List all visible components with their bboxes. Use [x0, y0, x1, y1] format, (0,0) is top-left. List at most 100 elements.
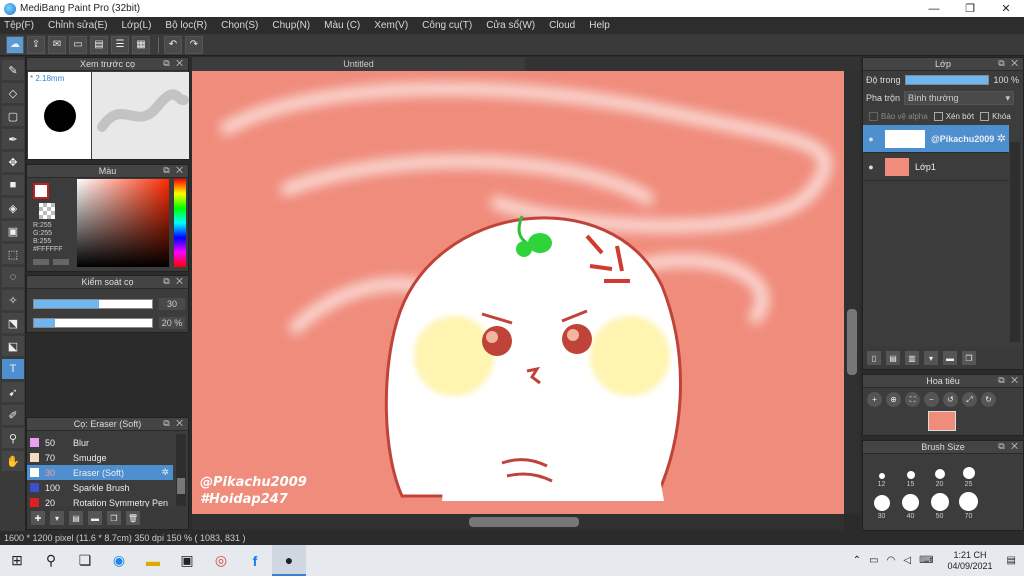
list-button[interactable]: ☰: [111, 35, 129, 54]
select-pen-tool-icon[interactable]: ⬔: [2, 313, 24, 333]
comment-button[interactable]: ✉: [48, 35, 66, 54]
duplicate-icon[interactable]: ❐: [107, 511, 121, 525]
pen-tool-icon[interactable]: ✒: [2, 129, 24, 149]
panel-buttons[interactable]: ⧉ ✕: [163, 418, 185, 429]
fit-icon[interactable]: ⛶: [905, 392, 920, 407]
lasso-tool-icon[interactable]: ◌: [2, 267, 24, 287]
brush-list-item-selected[interactable]: 30 Eraser (Soft) ✲: [27, 465, 173, 480]
menu-help[interactable]: Help: [589, 20, 610, 31]
menu-view[interactable]: Xem(V): [374, 20, 408, 31]
search-icon[interactable]: ⚲: [34, 545, 68, 576]
text-tool-icon[interactable]: T: [2, 359, 24, 379]
background-color-swatch[interactable]: [39, 203, 55, 219]
brush-size-preset[interactable]: 25: [954, 458, 983, 488]
scrollbar-thumb[interactable]: [177, 478, 185, 494]
canvas-horizontal-scrollbar[interactable]: [192, 514, 844, 530]
foreground-color-swatch[interactable]: [33, 183, 49, 199]
scrollbar-thumb[interactable]: [847, 309, 857, 375]
brush-tool-icon[interactable]: ✎: [2, 60, 24, 80]
drawing-canvas[interactable]: @Pikachu2009 #Hoidap247: [192, 71, 844, 514]
panel-buttons[interactable]: ⧉ ✕: [998, 58, 1020, 69]
canvas-vertical-scrollbar[interactable]: [844, 71, 860, 514]
duplicate-layer-icon[interactable]: ❐: [962, 351, 976, 365]
bucket-tool-icon[interactable]: ◈: [2, 198, 24, 218]
gradient-tool-icon[interactable]: ▣: [2, 221, 24, 241]
file-explorer-icon[interactable]: ▬: [136, 545, 170, 576]
undo-button[interactable]: ↶: [164, 35, 182, 54]
brush-size-preset[interactable]: 12: [867, 458, 896, 488]
new-layer-1bit-icon[interactable]: ▥: [905, 351, 919, 365]
chevron-up-icon[interactable]: ⌃: [853, 555, 861, 566]
edge-browser-icon[interactable]: ◉: [102, 545, 136, 576]
new-layer-8bit-icon[interactable]: ▤: [886, 351, 900, 365]
brush-size-preset[interactable]: 20: [925, 458, 954, 488]
zoom-in-alt-icon[interactable]: ⊕: [886, 392, 901, 407]
grid-button[interactable]: ▦: [132, 35, 150, 54]
navigator-thumbnail[interactable]: [928, 411, 956, 431]
eraser-tool-icon[interactable]: ◇: [2, 83, 24, 103]
rotate-left-icon[interactable]: ↺: [943, 392, 958, 407]
select-rect-tool-icon[interactable]: ⬚: [2, 244, 24, 264]
brush-settings-gear-icon[interactable]: ✲: [161, 467, 169, 478]
layer-settings-gear-icon[interactable]: ✲: [997, 132, 1006, 145]
brush-size-preset[interactable]: 40: [896, 490, 925, 520]
blend-mode-select[interactable]: Bình thường ▾: [904, 91, 1015, 105]
add-brush-icon[interactable]: ✚: [31, 511, 45, 525]
hue-slider[interactable]: [174, 179, 186, 267]
brush-size-slider[interactable]: [33, 299, 153, 309]
color-mode-button-2[interactable]: [53, 259, 69, 265]
menu-edit[interactable]: Chỉnh sửa(E): [48, 20, 108, 31]
magic-wand-tool-icon[interactable]: ✧: [2, 290, 24, 310]
panel-buttons[interactable]: ⧉ ✕: [163, 58, 185, 69]
visibility-eye-icon[interactable]: ●: [863, 134, 879, 144]
brush-opacity-value[interactable]: 20 %: [159, 317, 185, 329]
medibang-taskbar-icon[interactable]: ●: [272, 545, 306, 576]
cloud-button[interactable]: ☁: [6, 35, 24, 54]
dropper-pen-tool-icon[interactable]: ✐: [2, 405, 24, 425]
menu-color[interactable]: Màu (C): [324, 20, 360, 31]
scrollbar-thumb[interactable]: [469, 517, 579, 527]
clipping-checkbox[interactable]: [933, 111, 943, 121]
windows-start-icon[interactable]: ⊞: [0, 545, 34, 576]
close-button[interactable]: ✕: [988, 0, 1024, 17]
menu-cloud[interactable]: Cloud: [549, 20, 575, 31]
brush-size-preset[interactable]: 15: [896, 458, 925, 488]
menu-window[interactable]: Cửa sổ(W): [486, 20, 535, 31]
brush-size-value[interactable]: 30: [159, 298, 185, 310]
panel-buttons[interactable]: ⧉ ✕: [163, 276, 185, 287]
visibility-eye-icon[interactable]: ●: [863, 162, 879, 172]
notifications-icon[interactable]: ▤: [1007, 555, 1016, 566]
new-layer-icon[interactable]: ▯: [867, 351, 881, 365]
clock[interactable]: 1:21 CH 04/09/2021: [948, 550, 993, 572]
menu-snap[interactable]: Chụp(N): [272, 20, 310, 31]
menu-select[interactable]: Chọn(S): [221, 20, 258, 31]
operation-tool-icon[interactable]: ➹: [2, 382, 24, 402]
brush-size-preset[interactable]: 50: [925, 490, 954, 520]
brush-size-preset[interactable]: 70: [954, 490, 983, 520]
minimize-button[interactable]: —: [916, 0, 952, 17]
brush-list-item[interactable]: 100 Sparkle Brush: [27, 480, 173, 495]
lock-checkbox[interactable]: [980, 111, 990, 121]
brush-list-item[interactable]: 70 Smudge: [27, 450, 173, 465]
move-tool-icon[interactable]: ✥: [2, 152, 24, 172]
zoom-in-icon[interactable]: +: [867, 392, 882, 407]
facebook-icon[interactable]: f: [238, 545, 272, 576]
network-icon[interactable]: ◠: [887, 555, 896, 566]
rotate-right-icon[interactable]: ↻: [981, 392, 996, 407]
layer-item[interactable]: ● Lớp1: [863, 153, 1009, 181]
panel-buttons[interactable]: ⧉ ✕: [998, 375, 1020, 386]
add-brush-menu-icon[interactable]: ▾: [50, 511, 64, 525]
layer-item-selected[interactable]: ● @Pikachu2009 ✲: [863, 125, 1009, 153]
hand-tool-icon[interactable]: ✋: [2, 451, 24, 471]
page-button[interactable]: ▤: [90, 35, 108, 54]
brush-size-preset[interactable]: 30: [867, 490, 896, 520]
panel-buttons[interactable]: ⧉ ✕: [998, 441, 1020, 452]
menu-tools[interactable]: Công cụ(T): [422, 20, 472, 31]
add-layer-menu-icon[interactable]: ▾: [924, 351, 938, 365]
panel-buttons[interactable]: ⧉ ✕: [163, 165, 185, 176]
brush-list-item[interactable]: 50 Blur: [27, 435, 173, 450]
brush-opacity-slider[interactable]: [33, 318, 153, 328]
share-button[interactable]: ⇪: [27, 35, 45, 54]
layer-folder-icon[interactable]: ▬: [943, 351, 957, 365]
fill-rect-tool-icon[interactable]: ■: [2, 175, 24, 195]
